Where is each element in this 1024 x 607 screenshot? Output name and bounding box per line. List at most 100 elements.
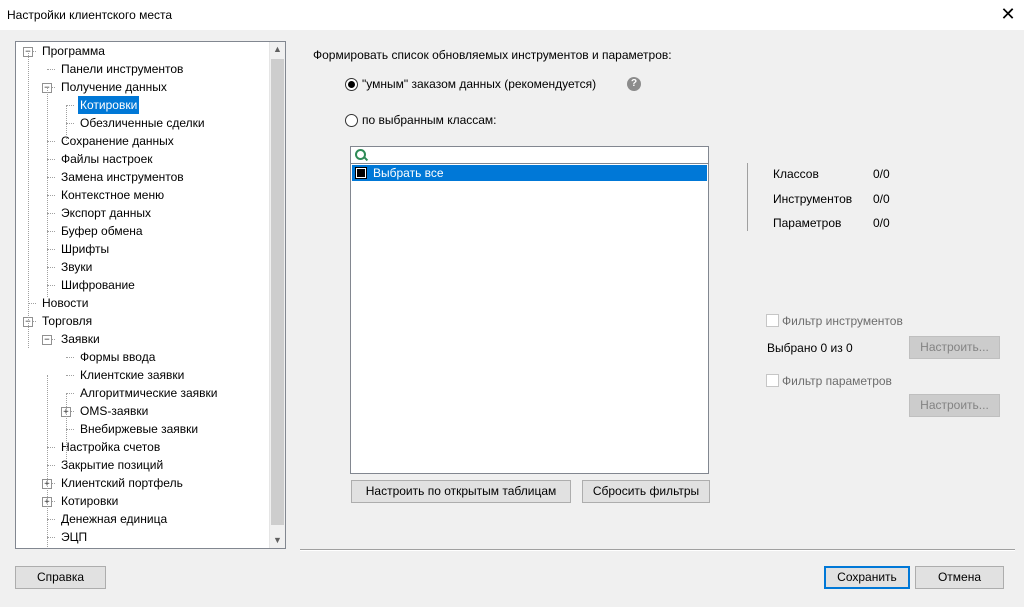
radio-classes-label[interactable]: по выбранным классам: — [362, 113, 497, 127]
tree-item[interactable]: Котировки — [59, 492, 120, 510]
configure-open-tables-button[interactable]: Настроить по открытым таблицам — [351, 480, 571, 503]
tree-connector — [47, 177, 55, 178]
tree-connector — [66, 123, 74, 124]
filter-params-checkbox[interactable] — [766, 374, 779, 387]
tree-item[interactable]: Формы ввода — [78, 348, 157, 366]
tree-item-label: Шифрование — [61, 278, 135, 292]
tree-item-label: Обезличенные сделки — [80, 116, 205, 130]
tree-connector — [47, 195, 55, 196]
radio-smart-order[interactable] — [345, 78, 358, 91]
tree-connector — [66, 429, 74, 430]
list-search-input[interactable] — [351, 147, 708, 164]
reset-filters-button[interactable]: Сбросить фильтры — [582, 480, 710, 503]
tree-item[interactable]: Заявки — [59, 330, 102, 348]
tree-item-label: Сохранение данных — [61, 134, 174, 148]
tree-item[interactable]: Настройка счетов — [59, 438, 162, 456]
tree-guide — [47, 375, 48, 548]
tree-connector — [47, 231, 55, 232]
tree-item-label: Заявки — [61, 332, 100, 346]
window-title: Настройки клиентского места — [7, 8, 173, 22]
scroll-up-icon[interactable]: ▲ — [270, 42, 285, 57]
radio-by-classes[interactable] — [345, 114, 358, 127]
tree-item[interactable]: Котировки — [78, 96, 140, 114]
tree-item-label: Внебиржевые заявки — [80, 422, 199, 436]
classes-list[interactable]: Выбрать все — [350, 146, 709, 474]
tree-connector — [47, 519, 55, 520]
tree-item[interactable]: Денежная единица — [59, 510, 169, 528]
tree-connector — [47, 213, 55, 214]
select-all-label: Выбрать все — [373, 166, 444, 180]
tree-item-label: Денежная единица — [61, 512, 168, 526]
tree-item[interactable]: Замена инструментов — [59, 168, 186, 186]
tree-item[interactable]: Клиентские заявки — [78, 366, 186, 384]
tree-scrollbar[interactable]: ▲ ▼ — [269, 42, 285, 548]
tree-item[interactable]: ЭЦП — [59, 528, 89, 546]
scroll-thumb[interactable] — [271, 59, 284, 525]
tree-item-label: Торговля — [42, 314, 93, 328]
tree-item[interactable]: Торговля — [40, 312, 94, 330]
cancel-button[interactable]: Отмена — [915, 566, 1004, 589]
tree-item[interactable]: Получение данных — [59, 78, 169, 96]
tree-connector — [66, 357, 74, 358]
tree-connector — [47, 465, 55, 466]
tree-item-label: Котировки — [78, 96, 140, 114]
stat-params-label: Параметров — [773, 216, 842, 230]
tree-item[interactable]: Алгоритмические заявки — [78, 384, 220, 402]
collapse-icon[interactable]: − — [42, 335, 52, 345]
list-item-select-all[interactable]: Выбрать все — [352, 165, 707, 181]
tree-item-label: Настройка счетов — [61, 440, 161, 454]
save-button[interactable]: Сохранить — [824, 566, 910, 589]
tree-item-label: OMS-заявки — [80, 404, 149, 418]
tree-item[interactable]: Звуки — [59, 258, 94, 276]
tree-guide — [28, 51, 29, 348]
tree-connector — [47, 141, 55, 142]
stat-classes-label: Классов — [773, 167, 819, 181]
tree-item[interactable]: Внебиржевые заявки — [78, 420, 200, 438]
select-all-checkbox[interactable] — [356, 168, 366, 178]
tree-item[interactable]: Экспорт данных — [59, 204, 153, 222]
tree-connector — [47, 69, 55, 70]
tree-item[interactable]: Шрифты — [59, 240, 111, 258]
tree-connector — [47, 267, 55, 268]
tree-item-label: Экспорт данных — [61, 206, 151, 220]
tree-item[interactable]: Буфер обмена — [59, 222, 145, 240]
tree-item-label: Клиентские заявки — [80, 368, 185, 382]
help-button[interactable]: Справка — [15, 566, 106, 589]
tree-guide — [66, 393, 67, 465]
tree-item-label: Звуки — [61, 260, 93, 274]
tree-item[interactable]: Программа — [40, 42, 107, 60]
radio-smart-label[interactable]: "умным" заказом данных (рекомендуется) — [362, 77, 596, 91]
tree-item[interactable]: OMS-заявки — [78, 402, 150, 420]
tree-connector — [47, 249, 55, 250]
filter-instruments-label: Фильтр инструментов — [782, 314, 903, 328]
selected-count: Выбрано 0 из 0 — [767, 341, 853, 355]
main-heading: Формировать список обновляемых инструмен… — [313, 48, 672, 62]
tree-connector — [66, 375, 74, 376]
settings-tree[interactable]: ▲ ▼ Программа − Панели инструментов Получен… — [15, 41, 286, 549]
close-icon[interactable]: ✕ — [998, 3, 1018, 25]
tree-item[interactable]: Обезличенные сделки — [78, 114, 207, 132]
tree-item-label: Замена инструментов — [61, 170, 184, 184]
tree-connector — [66, 105, 74, 106]
filter-instruments-checkbox[interactable] — [766, 314, 779, 327]
scroll-down-icon[interactable]: ▼ — [270, 533, 285, 548]
tree-item[interactable]: Клиентский портфель — [59, 474, 185, 492]
tree-connector — [47, 537, 55, 538]
help-icon[interactable]: ? — [627, 77, 641, 91]
tree-connector — [28, 303, 36, 304]
filter-params-label: Фильтр параметров — [782, 374, 892, 388]
tree-item[interactable]: Сохранение данных — [59, 132, 176, 150]
tree-item[interactable]: Панели инструментов — [59, 60, 185, 78]
stat-instruments-label: Инструментов — [773, 192, 853, 206]
configure-params-button[interactable]: Настроить... — [909, 394, 1000, 417]
tree-item[interactable]: Закрытие позиций — [59, 456, 165, 474]
tree-item[interactable]: Файлы настроек — [59, 150, 155, 168]
tree-item-label: Панели инструментов — [61, 62, 184, 76]
tree-item[interactable]: Контекстное меню — [59, 186, 166, 204]
tree-item-label: Файлы настроек — [61, 152, 153, 166]
tree-item-label: Контекстное меню — [61, 188, 165, 202]
tree-item-label: Котировки — [61, 494, 119, 508]
configure-instruments-button[interactable]: Настроить... — [909, 336, 1000, 359]
tree-item[interactable]: Шифрование — [59, 276, 137, 294]
tree-item-label: Получение данных — [61, 80, 167, 94]
